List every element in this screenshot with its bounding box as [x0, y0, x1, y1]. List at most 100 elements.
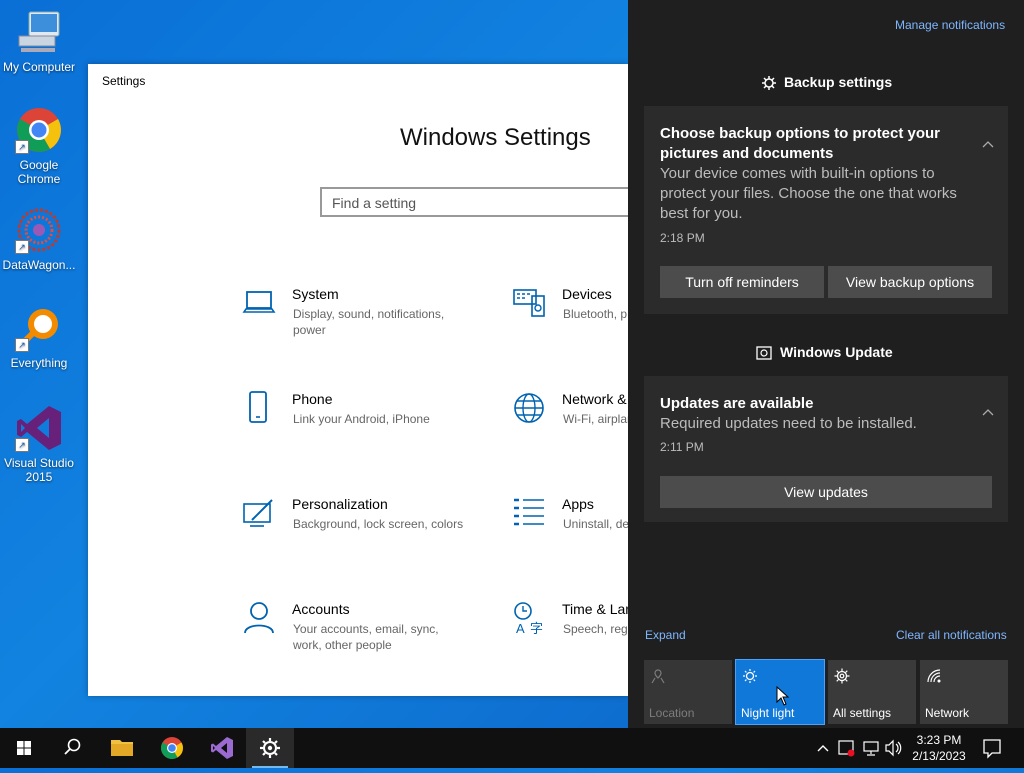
- page-title: Windows Settings: [400, 124, 591, 151]
- turn-off-reminders-button[interactable]: Turn off reminders: [660, 266, 824, 298]
- action-center: Manage notifications Backup settings Cho…: [628, 0, 1024, 728]
- datawagon-icon: ↗: [15, 206, 63, 254]
- category-desc: Link your Android, iPhone: [293, 412, 430, 426]
- network-icon: [926, 668, 942, 687]
- desktop-icon-label: DataWagon...: [2, 258, 76, 272]
- category-phone[interactable]: Phone Link your Android, iPhone: [242, 391, 472, 451]
- tray-network[interactable]: [860, 728, 882, 768]
- laptop-icon: [242, 286, 276, 320]
- notification-time: 2:11 PM: [660, 440, 704, 454]
- category-devices[interactable]: Devices Bluetooth, p: [512, 286, 628, 346]
- category-accounts[interactable]: Accounts Your accounts, email, sync, wor…: [242, 601, 472, 661]
- view-updates-button[interactable]: View updates: [660, 476, 992, 508]
- update-notification[interactable]: Updates are available Required updates n…: [644, 376, 1008, 522]
- tray-volume[interactable]: [883, 728, 905, 768]
- time-language-icon: A字: [512, 601, 546, 636]
- category-name: Time & Lan: [562, 601, 628, 617]
- search-button[interactable]: [48, 728, 96, 768]
- paint-icon: [242, 496, 276, 530]
- visual-studio-icon: ↗: [15, 404, 63, 452]
- desktop-icon-label: Everything: [10, 356, 68, 370]
- category-name: System: [292, 286, 339, 302]
- desktop-icon-label: Google Chrome: [17, 158, 61, 186]
- category-desc: Background, lock screen, colors: [293, 517, 464, 531]
- category-desc: Bluetooth, p: [563, 307, 628, 321]
- desktop-icon-label: My Computer: [2, 60, 76, 74]
- category-time-language[interactable]: A字 Time & Lan Speech, regi: [512, 601, 628, 661]
- visual-studio-icon: [211, 737, 233, 759]
- quick-action-all-settings[interactable]: All settings: [828, 660, 916, 724]
- tray-action-center-alert[interactable]: [836, 728, 858, 768]
- globe-icon: [512, 391, 546, 425]
- category-name: Phone: [292, 391, 333, 407]
- gear-icon: [762, 76, 776, 91]
- chrome-icon: [161, 737, 183, 759]
- taskbar-clock[interactable]: 3:23 PM 2/13/2023: [906, 732, 972, 764]
- notification-body: Your device comes with built-in options …: [660, 165, 957, 222]
- category-name: Apps: [562, 496, 594, 512]
- backup-notification[interactable]: Choose backup options to protect your pi…: [644, 106, 1008, 314]
- category-network[interactable]: Network & Wi-Fi, airplan: [512, 391, 628, 451]
- security-alert-icon: [838, 740, 855, 757]
- svg-text:A: A: [516, 621, 525, 635]
- clock-date: 2/13/2023: [912, 749, 966, 763]
- notification-body: Required updates need to be installed.: [660, 415, 917, 432]
- desktop-icon-visual-studio[interactable]: ↗ Visual Studio 2015: [0, 404, 78, 484]
- show-hidden-icons-button[interactable]: [812, 728, 834, 768]
- mouse-cursor: [776, 685, 790, 711]
- action-center-button[interactable]: [978, 728, 1006, 768]
- desktop-icon-everything[interactable]: ↗ Everything: [0, 304, 78, 370]
- expand-link[interactable]: Expand: [645, 628, 686, 642]
- network-icon: [863, 741, 879, 756]
- window-title: Settings: [102, 74, 146, 88]
- desktop-icon-my-computer[interactable]: My Computer: [0, 8, 78, 74]
- tile-label: All settings: [833, 706, 892, 720]
- gear-icon: [260, 738, 280, 758]
- sync-icon: [756, 346, 772, 360]
- search-input[interactable]: Find a setting: [320, 187, 628, 217]
- view-backup-options-button[interactable]: View backup options: [828, 266, 992, 298]
- notification-time: 2:18 PM: [660, 231, 705, 245]
- search-placeholder: Find a setting: [332, 195, 417, 211]
- clock-time: 3:23 PM: [916, 733, 962, 747]
- desktop-icon-label: Visual Studio 2015: [4, 456, 74, 484]
- clear-all-notifications-link[interactable]: Clear all notifications: [896, 628, 1007, 642]
- category-name: Personalization: [292, 496, 388, 512]
- category-apps[interactable]: Apps Uninstall, de features: [512, 496, 628, 556]
- taskbar-visual-studio[interactable]: [197, 728, 245, 768]
- apps-list-icon: [512, 496, 546, 530]
- keyboard-icon: [512, 286, 546, 320]
- chevron-up-icon: [817, 745, 829, 752]
- svg-text:字: 字: [530, 621, 543, 635]
- taskbar-settings[interactable]: [246, 728, 294, 768]
- desktop-icon-datawagon[interactable]: ↗ DataWagon...: [0, 206, 78, 272]
- category-personalization[interactable]: Personalization Background, lock screen,…: [242, 496, 472, 556]
- person-icon: [242, 601, 276, 635]
- desktop-icon-google-chrome[interactable]: ↗ Google Chrome: [0, 106, 78, 186]
- gear-icon: [834, 668, 850, 687]
- windows-update-group-header[interactable]: Windows Update: [756, 344, 893, 360]
- chevron-up-icon[interactable]: [982, 406, 994, 418]
- group-title: Backup settings: [784, 74, 893, 90]
- taskbar-chrome[interactable]: [148, 728, 196, 768]
- category-desc: Wi-Fi, airplan: [563, 412, 628, 426]
- manage-notifications-link[interactable]: Manage notifications: [895, 18, 1005, 32]
- start-button[interactable]: [0, 728, 48, 768]
- tile-label: Location: [649, 706, 695, 720]
- chevron-up-icon[interactable]: [982, 138, 994, 150]
- volume-icon: [885, 739, 902, 757]
- notification-title: Updates are available: [660, 395, 814, 412]
- category-desc: Display, sound, notifications, power: [293, 307, 445, 337]
- category-system[interactable]: System Display, sound, notifications, po…: [242, 286, 472, 346]
- notification-title: Choose backup options to protect your pi…: [660, 125, 941, 162]
- group-title: Windows Update: [780, 344, 893, 360]
- notification-icon: [983, 739, 1001, 759]
- quick-action-location[interactable]: Location: [644, 660, 732, 724]
- backup-group-header[interactable]: Backup settings: [762, 74, 893, 91]
- category-desc: Your accounts, email, sync, work, other …: [293, 622, 439, 652]
- quick-action-network[interactable]: Network: [920, 660, 1008, 724]
- category-name: Devices: [562, 286, 612, 302]
- phone-icon: [242, 391, 276, 425]
- everything-search-icon: ↗: [15, 304, 63, 352]
- taskbar-file-explorer[interactable]: [98, 728, 146, 768]
